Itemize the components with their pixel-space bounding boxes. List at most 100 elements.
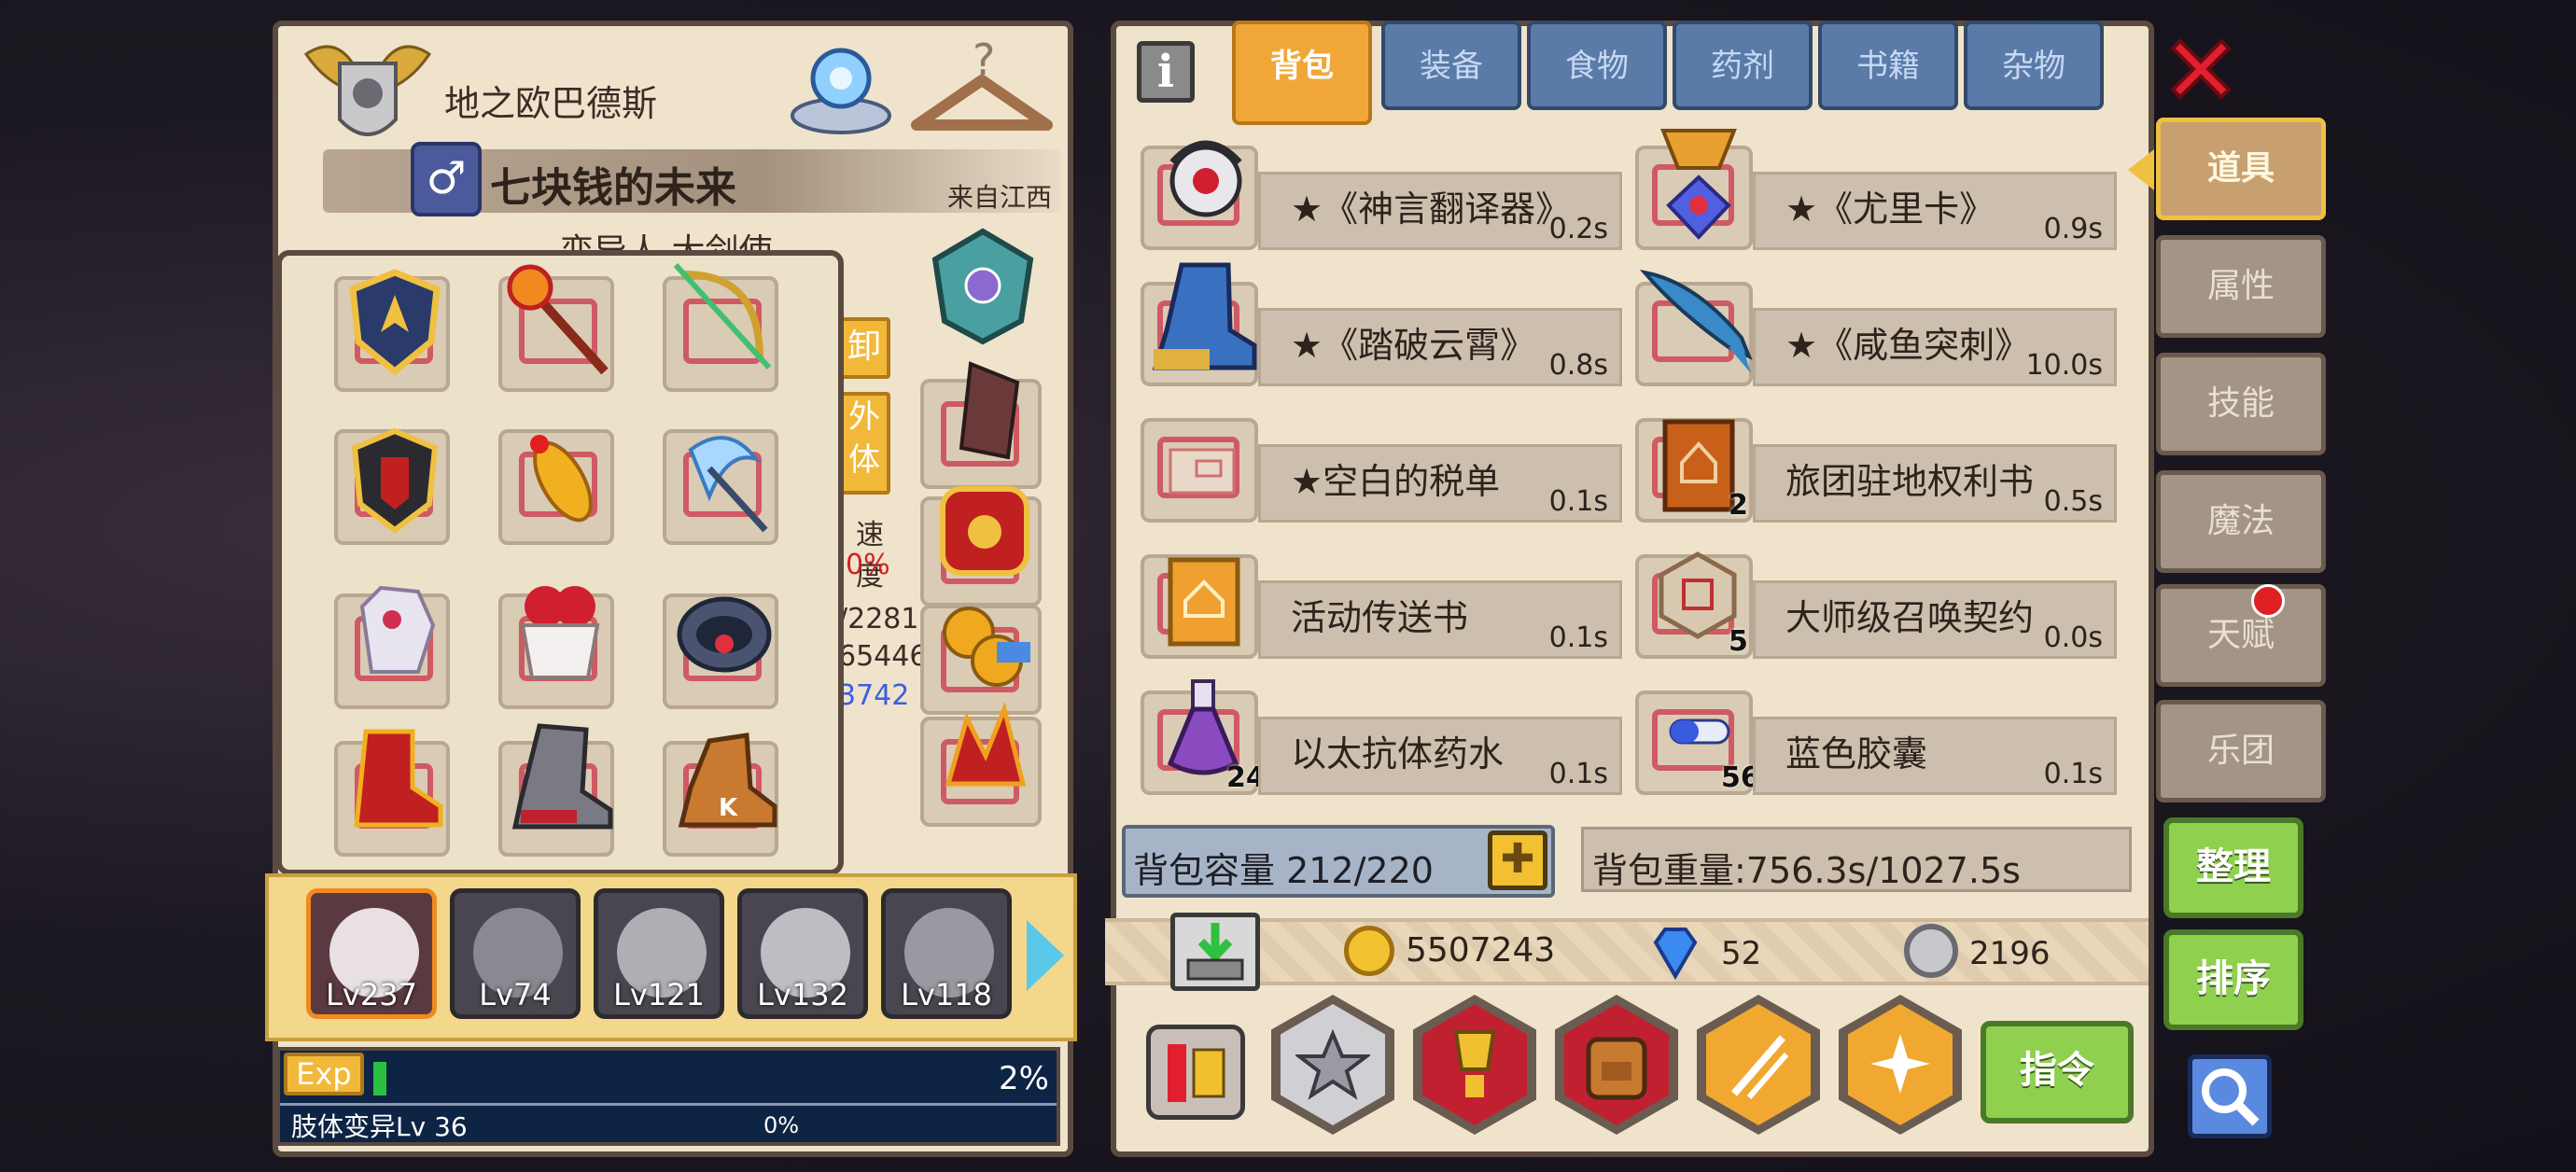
equip-slot-fire-staff[interactable] — [498, 264, 614, 392]
expand-capacity-button[interactable]: ✚ — [1488, 830, 1547, 890]
silver-amount: 2196 — [1969, 935, 2051, 972]
item-name: ★《神言翻译器》 — [1291, 188, 1572, 230]
equip-slot-chicken-weapon[interactable] — [498, 429, 614, 545]
tab-misc[interactable]: 杂物 — [1964, 21, 2104, 110]
tab-backpack[interactable]: 背包 — [1232, 21, 1372, 125]
item-weight: 0.2s — [1548, 213, 1608, 245]
speed-percent: 0% — [846, 549, 890, 581]
item-name: ★空白的税单 — [1291, 461, 1501, 502]
command-button[interactable]: 指令 — [1981, 1021, 2134, 1123]
backpack-capacity-label: 背包容量 212/220 — [1133, 850, 1434, 891]
search-button[interactable] — [2188, 1054, 2272, 1138]
equip-slot-dark-shield[interactable] — [334, 427, 450, 545]
wardrobe-hanger-icon[interactable]: ? — [907, 35, 1057, 146]
item-count: 2 — [1729, 489, 1748, 522]
item-row-4-right[interactable]: 5 大师级召唤契约 0.0s — [1635, 545, 2121, 664]
exp-label: Exp — [284, 1053, 364, 1095]
eureka-amulet-icon — [1635, 129, 1753, 250]
item-row-1-left[interactable]: ★《神言翻译器》 0.2s — [1141, 136, 1626, 256]
search-icon — [2202, 1068, 2260, 1126]
notification-dot-icon — [2251, 584, 2285, 618]
svg-text:K: K — [719, 794, 738, 822]
item-row-2-right[interactable]: ★《咸鱼突刺》 10.0s — [1635, 270, 2121, 392]
side-tab-items[interactable]: 道具 — [2156, 118, 2326, 220]
exp-percent: 2% — [999, 1060, 1049, 1097]
side-tab-skills[interactable]: 技能 — [2156, 353, 2326, 455]
equip-slot-shield-gold[interactable] — [334, 269, 450, 392]
tab-food[interactable]: 食物 — [1527, 21, 1667, 110]
item-count: 5 — [1729, 625, 1748, 658]
item-weight: 0.1s — [1548, 621, 1608, 654]
tab-books[interactable]: 书籍 — [1818, 21, 1958, 110]
equip-slot-tech-belt[interactable] — [663, 593, 778, 709]
side-tab-talent[interactable]: 天赋 — [2156, 584, 2326, 687]
accessory-slot-2[interactable] — [920, 486, 1042, 607]
accessory-slot-4[interactable] — [920, 701, 1042, 827]
guild-emblem-icon — [297, 35, 439, 157]
item-row-5-left[interactable]: 24 以太抗体药水 0.1s — [1141, 679, 1626, 801]
item-weight: 10.0s — [2025, 349, 2103, 382]
equip-slot-jade-bow[interactable] — [663, 262, 778, 392]
gold-amount: 5507243 — [1406, 931, 1556, 970]
diamond-amount: 52 — [1721, 935, 1762, 972]
character-title: 七块钱的未来 — [490, 164, 736, 212]
exp-divider — [280, 1103, 1057, 1106]
ranking-icon[interactable] — [1146, 1025, 1245, 1120]
item-row-2-left[interactable]: ★《踏破云霄》 0.8s — [1141, 262, 1626, 392]
party-level-5: Lv118 — [901, 977, 992, 1012]
item-weight: 0.5s — [2043, 485, 2103, 518]
cloud-boots-icon — [1141, 262, 1258, 386]
character-name: 地之欧巴德斯 — [444, 83, 658, 124]
deposit-icon[interactable] — [1170, 913, 1260, 991]
item-weight: 0.9s — [2043, 213, 2103, 245]
translator-headset-icon — [1141, 140, 1258, 250]
stat-value-1: /2281 — [838, 603, 919, 635]
item-name: 活动传送书 — [1291, 597, 1469, 638]
tab-equipment[interactable]: 装备 — [1381, 21, 1521, 110]
accessory-slot-1[interactable] — [920, 361, 1042, 489]
item-weight: 0.0s — [2043, 621, 2103, 654]
side-tab-attributes[interactable]: 属性 — [2156, 235, 2326, 338]
equip-slot-flower-gauntlet[interactable] — [498, 586, 614, 709]
side-tab-magic[interactable]: 魔法 — [2156, 470, 2326, 573]
item-row-5-right[interactable]: 56 蓝色胶囊 0.1s — [1635, 681, 2121, 801]
close-icon — [2170, 38, 2232, 100]
item-row-3-right[interactable]: 2 旅团驻地权利书 0.5s — [1635, 409, 2121, 528]
item-row-3-left[interactable]: ★空白的税单 0.1s — [1141, 409, 1626, 528]
crystal-orb-icon[interactable] — [786, 35, 896, 138]
item-row-1-right[interactable]: ★《尤里卡》 0.9s — [1635, 129, 2121, 256]
equip-slot-white-glove[interactable] — [334, 585, 450, 709]
item-weight: 0.1s — [2043, 758, 2103, 790]
equip-slot-armor-boots[interactable] — [498, 723, 614, 857]
sort-button[interactable]: 排序 — [2163, 929, 2303, 1030]
arrange-button[interactable]: 整理 — [2163, 817, 2303, 918]
party-member-2[interactable]: Lv74 — [450, 888, 581, 1019]
emblem-gem-icon[interactable] — [928, 228, 1038, 345]
stat-value-3: 3742 — [838, 679, 910, 712]
equip-slot-k-boots[interactable]: K — [663, 732, 778, 857]
gender-male-icon: ♂ — [411, 142, 482, 216]
appearance-label-1: 外 — [848, 398, 880, 436]
unequip-button[interactable]: 卸 — [838, 317, 890, 379]
party-member-1[interactable]: Lv237 — [306, 888, 437, 1019]
item-name: 大师级召唤契约 — [1785, 597, 2035, 638]
gold-coin-icon — [1344, 926, 1394, 976]
tab-potion[interactable]: 药剂 — [1673, 21, 1813, 110]
equip-slot-ice-axe[interactable] — [663, 429, 778, 545]
party-next-arrow-icon[interactable] — [1027, 920, 1064, 991]
info-icon[interactable]: i — [1137, 41, 1195, 103]
close-button[interactable] — [2165, 34, 2236, 105]
appearance-button[interactable]: 外体 — [838, 392, 890, 495]
party-member-5[interactable]: Lv118 — [881, 888, 1012, 1019]
party-level-4: Lv132 — [757, 977, 848, 1012]
side-tab-band[interactable]: 乐团 — [2156, 700, 2326, 802]
item-row-4-left[interactable]: 活动传送书 0.1s — [1141, 545, 1626, 664]
equip-slot-red-boots[interactable] — [334, 729, 450, 857]
party-level-1: Lv237 — [326, 977, 417, 1012]
party-member-4[interactable]: Lv132 — [737, 888, 868, 1019]
silver-coin-icon — [1904, 924, 1958, 978]
appearance-label-2: 体 — [848, 441, 880, 479]
party-member-3[interactable]: Lv121 — [594, 888, 724, 1019]
accessory-slot-3[interactable] — [920, 605, 1042, 715]
blank-tax-form-icon — [1141, 418, 1258, 523]
